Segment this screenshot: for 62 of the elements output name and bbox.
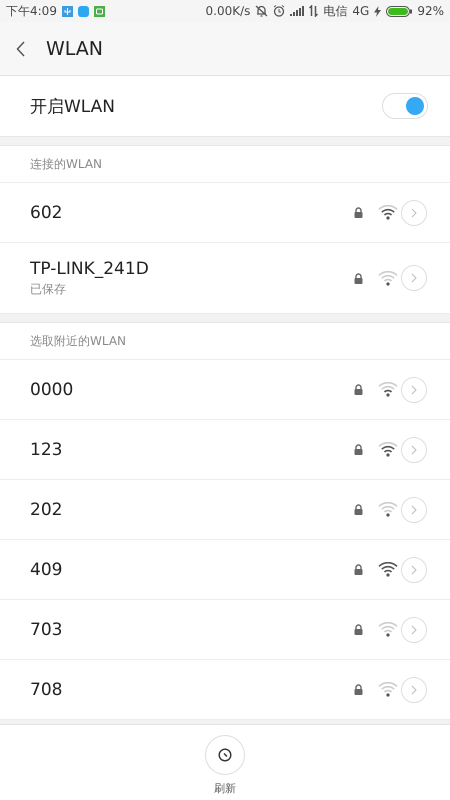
detail-button[interactable] [401,496,427,522]
battery-icon [386,6,412,16]
clock: 下午4:09 [6,2,57,20]
detail-button[interactable] [401,376,427,402]
lock-icon [354,207,363,218]
app-icon [78,6,89,16]
lock-icon [354,504,363,515]
detail-button[interactable] [401,436,427,462]
chevron-icon [411,208,417,218]
network-row[interactable]: 123 [0,420,450,480]
chevron-icon [411,444,417,454]
chevron-icon [411,384,417,394]
chevron-icon [411,504,417,514]
network-row[interactable]: 602 [0,183,450,243]
section-header: 选取附近的WLAN [0,323,450,360]
wlan-toggle[interactable] [382,93,428,119]
detail-button[interactable] [401,676,427,702]
network-name: 0000 [30,380,74,400]
network-row[interactable]: TP-LINK_241D 已保存 [0,243,450,314]
lock-icon [354,684,363,695]
detail-button[interactable] [401,616,427,642]
detail-button[interactable] [401,200,427,226]
signal-icon [290,6,304,16]
network-row[interactable]: 703 [0,600,450,660]
alarm-icon [273,5,286,17]
setting-label: 开启WLAN [30,96,116,118]
chevron-icon [411,564,417,574]
refresh-icon [218,748,232,762]
lock-icon [354,384,363,395]
lock-icon [354,444,363,455]
network-row[interactable]: 409 [0,540,450,600]
network-type: 4G [352,4,370,18]
detail-button[interactable] [401,556,427,582]
back-icon [16,40,26,56]
network-name: TP-LINK_241D [30,258,150,278]
lock-icon [354,564,363,575]
data-arrows-icon [309,5,318,17]
usb-icon [62,6,73,16]
chevron-icon [411,273,417,283]
network-row[interactable]: 0000 [0,360,450,420]
page-title: WLAN [46,38,104,60]
network-name: 409 [30,560,64,580]
app-icon [94,6,105,16]
section-header: 连接的WLAN [0,146,450,183]
lock-icon [354,624,363,635]
network-row[interactable]: 202 [0,480,450,540]
network-speed: 0.00K/s [206,4,250,18]
battery-level: 92% [417,4,444,18]
carrier: 电信 [323,2,348,20]
muted-bell-icon [255,5,268,17]
network-name: 703 [30,620,64,640]
network-row[interactable]: 708 [0,660,450,720]
chevron-icon [411,624,417,634]
detail-button[interactable] [401,265,427,291]
network-name: 123 [30,440,64,460]
chevron-icon [411,684,417,694]
lock-icon [354,272,363,284]
network-name: 708 [30,680,64,700]
network-status: 已保存 [30,280,67,298]
network-name: 202 [30,500,64,520]
network-name: 602 [30,202,64,222]
charging-icon [374,6,382,16]
